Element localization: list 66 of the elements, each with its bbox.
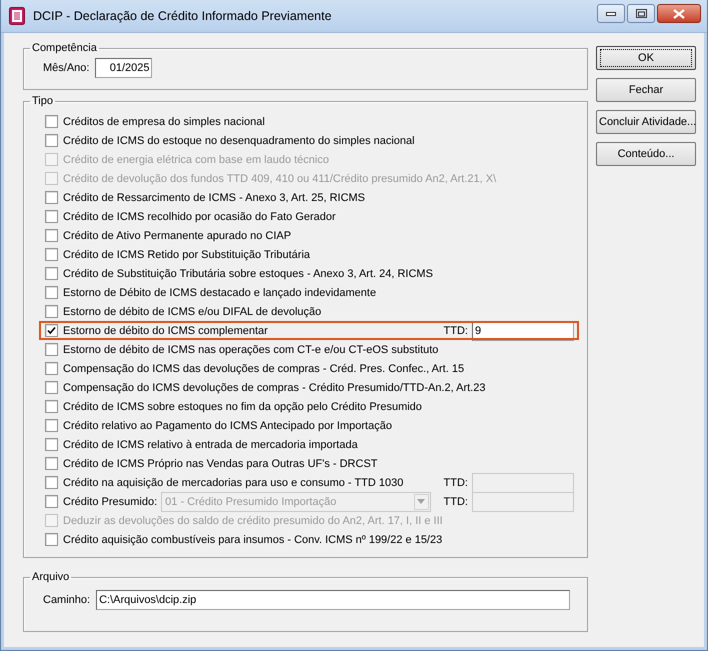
option-label: Crédito de ICMS sobre estoques no fim da opção pelo Crédito Presumido xyxy=(63,400,422,412)
option-label: Créditos de empresa do simples nacional xyxy=(63,116,265,128)
checkbox[interactable] xyxy=(45,286,58,299)
checkbox[interactable] xyxy=(45,495,58,508)
checkbox[interactable] xyxy=(45,248,58,261)
field-label: Caminho: xyxy=(43,594,90,606)
option-label: Crédito de ICMS recolhido por ocasião do Fato Gerador xyxy=(63,210,336,222)
option-label: Crédito relativo ao Pagamento do ICMS Antecipado por Importação xyxy=(63,420,392,432)
checkbox[interactable] xyxy=(45,305,58,318)
checkbox[interactable] xyxy=(45,362,58,375)
checkbox[interactable] xyxy=(45,324,58,337)
option-label: Crédito Presumido: xyxy=(63,496,158,508)
option-label: Crédito de ICMS Próprio nas Vendas para Outras UF's - DRCST xyxy=(63,458,378,470)
option-label: Compensação do ICMS das devoluções de compras - Créd. Pres. Confec., Art. 15 xyxy=(63,362,464,374)
group-title: Competência xyxy=(31,42,98,54)
dialog-button[interactable]: Fechar xyxy=(596,78,696,102)
option-label: Crédito de Ressarcimento de ICMS - Anexo 3, Art. 25, RICMS xyxy=(63,192,366,204)
month-year-field[interactable]: 01/2025 xyxy=(95,58,152,78)
option-label: Estorno de débito do ICMS complementar xyxy=(63,324,268,336)
checkbox[interactable] xyxy=(45,476,58,489)
window-title: DCIP - Declaração de Crédito Informado Previamente xyxy=(33,9,333,23)
close-icon xyxy=(673,8,685,18)
checkbox[interactable] xyxy=(45,115,58,128)
checkbox[interactable] xyxy=(45,457,58,470)
checkbox[interactable] xyxy=(45,229,58,242)
ttd-label: TTD: xyxy=(444,476,468,488)
minimize-icon xyxy=(606,12,616,16)
option-label: Estorno de débito de ICMS nas operações com CT-e e/ou CT-eOS substituto xyxy=(63,344,438,356)
option-label: Crédito de devolução dos fundos TTD 409, 410 ou 411/Crédito presumido An2, Art.21, X\ xyxy=(63,172,496,184)
checkbox[interactable] xyxy=(45,381,58,394)
option-label: Crédito na aquisição de mercadorias para uso e consumo - TTD 1030 xyxy=(63,476,404,488)
dialog-button[interactable]: OK xyxy=(596,46,696,70)
checkbox[interactable] xyxy=(45,134,58,147)
group-title: Arquivo xyxy=(31,571,70,583)
dialog-button[interactable]: Concluir Atividade... xyxy=(596,110,696,134)
maximize-button[interactable] xyxy=(627,4,655,23)
ttd-field[interactable]: 9 xyxy=(472,320,574,340)
ttd-label: TTD: xyxy=(444,496,468,508)
option-label: Compensação do ICMS devoluções de compras - Crédito Presumido/TTD-An.2, Art.23 xyxy=(63,382,486,394)
checkbox[interactable] xyxy=(45,343,58,356)
option-label: Deduzir as devoluções do saldo de crédito presumido do An2, Art. 17, I, II e III xyxy=(63,514,443,526)
option-label: Crédito de Ativo Permanente apurado no CIAP xyxy=(63,230,292,242)
checkbox[interactable] xyxy=(45,191,58,204)
ttd-label: TTD: xyxy=(444,324,468,336)
checkbox[interactable] xyxy=(45,533,58,546)
option-label: Crédito de ICMS Retido por Substituição Tributária xyxy=(63,248,310,260)
maximize-icon xyxy=(636,9,646,18)
option-label: Crédito de energia elétrica com base em laudo técnico xyxy=(63,154,329,166)
option-label: Crédito aquisição combustíveis para insumos - Conv. ICMS nº 199/22 e 15/23 xyxy=(63,534,442,546)
option-label: Estorno de débito de ICMS e/ou DIFAL de devolução xyxy=(63,306,322,318)
checkbox[interactable] xyxy=(45,210,58,223)
group-title: Tipo xyxy=(31,95,54,107)
checkbox[interactable] xyxy=(45,419,58,432)
option-label: Crédito de Substituição Tributária sobre estoques - Anexo 3, Art. 24, RICMS xyxy=(63,268,433,280)
document-icon xyxy=(9,7,25,25)
minimize-button[interactable] xyxy=(597,4,625,23)
option-label: Crédito de ICMS do estoque no desenquadramento do simples nacional xyxy=(63,134,415,146)
checkbox[interactable] xyxy=(45,438,58,451)
option-label: Estorno de Débito de ICMS destacado e lançado indevidamente xyxy=(63,286,376,298)
dialog-button[interactable]: Conteúdo... xyxy=(596,142,696,166)
field-label: Mês/Ano: xyxy=(43,62,90,74)
path-field[interactable]: C:\Arquivos\dcip.zip xyxy=(96,590,570,610)
checkbox[interactable] xyxy=(45,267,58,280)
checkbox[interactable] xyxy=(45,400,58,413)
option-label: Crédito de ICMS relativo à entrada de mercadoria importada xyxy=(63,438,358,450)
close-button[interactable] xyxy=(657,4,701,23)
